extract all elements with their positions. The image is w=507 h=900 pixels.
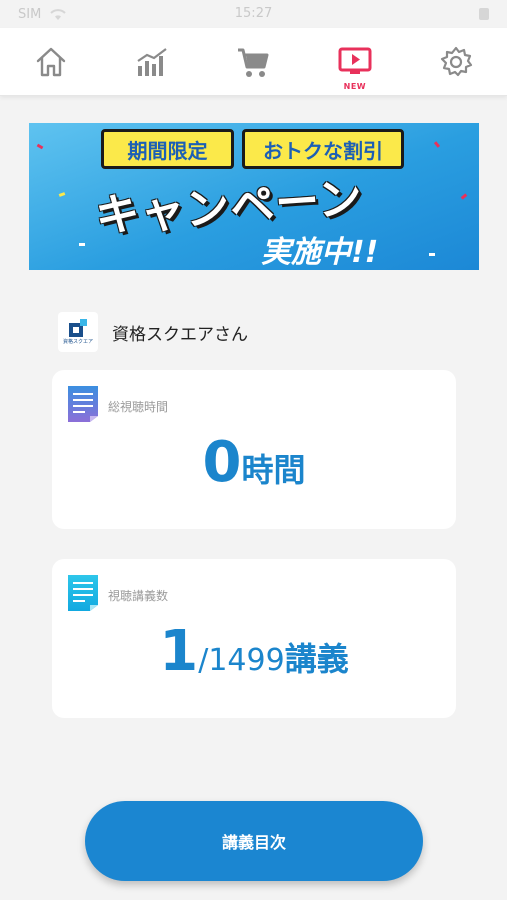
campaign-banner[interactable]: 期間限定 おトクな割引 キャンペーン 実施中!! — [29, 123, 479, 270]
nav-home[interactable] — [21, 32, 81, 92]
watch-time-unit: 時間 — [241, 451, 306, 489]
lectures-total: /1499 — [198, 643, 285, 678]
banner-tag-limited: 期間限定 — [101, 129, 234, 169]
user-row: 資格スクエア 資格スクエアさん — [58, 310, 248, 354]
lectures-value: 1/1499講義 — [52, 619, 456, 684]
user-avatar: 資格スクエア — [58, 312, 98, 352]
status-time: 15:27 — [234, 6, 273, 21]
banner-subtitle: 実施中!! — [261, 235, 379, 270]
top-nav: NEW — [0, 28, 507, 96]
banner-tag-discount: おトクな割引 — [242, 129, 404, 169]
nav-video[interactable]: NEW — [325, 32, 385, 92]
lectures-number: 1 — [159, 619, 199, 684]
chart-icon — [137, 47, 167, 76]
nav-cart[interactable] — [223, 32, 283, 92]
lectures-card: 視聴講義数 1/1499講義 — [52, 559, 456, 718]
watch-time-value: 0時間 — [52, 430, 456, 495]
gear-icon — [441, 46, 473, 76]
watch-time-label: 総視聴時間 — [108, 400, 169, 414]
watch-time-number: 0 — [202, 430, 242, 495]
document-icon — [68, 575, 98, 611]
new-badge: NEW — [343, 81, 367, 91]
lectures-label: 視聴講義数 — [108, 589, 169, 603]
logo-icon — [69, 319, 87, 337]
video-icon — [338, 47, 372, 74]
lectures-unit: 講義 — [284, 640, 349, 678]
cart-icon — [238, 48, 269, 77]
nav-progress[interactable] — [122, 32, 182, 92]
nav-settings[interactable] — [426, 32, 486, 92]
lecture-toc-button[interactable]: 講義目次 — [85, 801, 423, 881]
document-icon — [68, 386, 98, 422]
logo-caption: 資格スクエア — [62, 339, 93, 345]
watch-time-card: 総視聴時間 0時間 — [52, 370, 456, 529]
user-name: 資格スクエアさん — [112, 324, 248, 345]
home-icon — [36, 47, 65, 76]
